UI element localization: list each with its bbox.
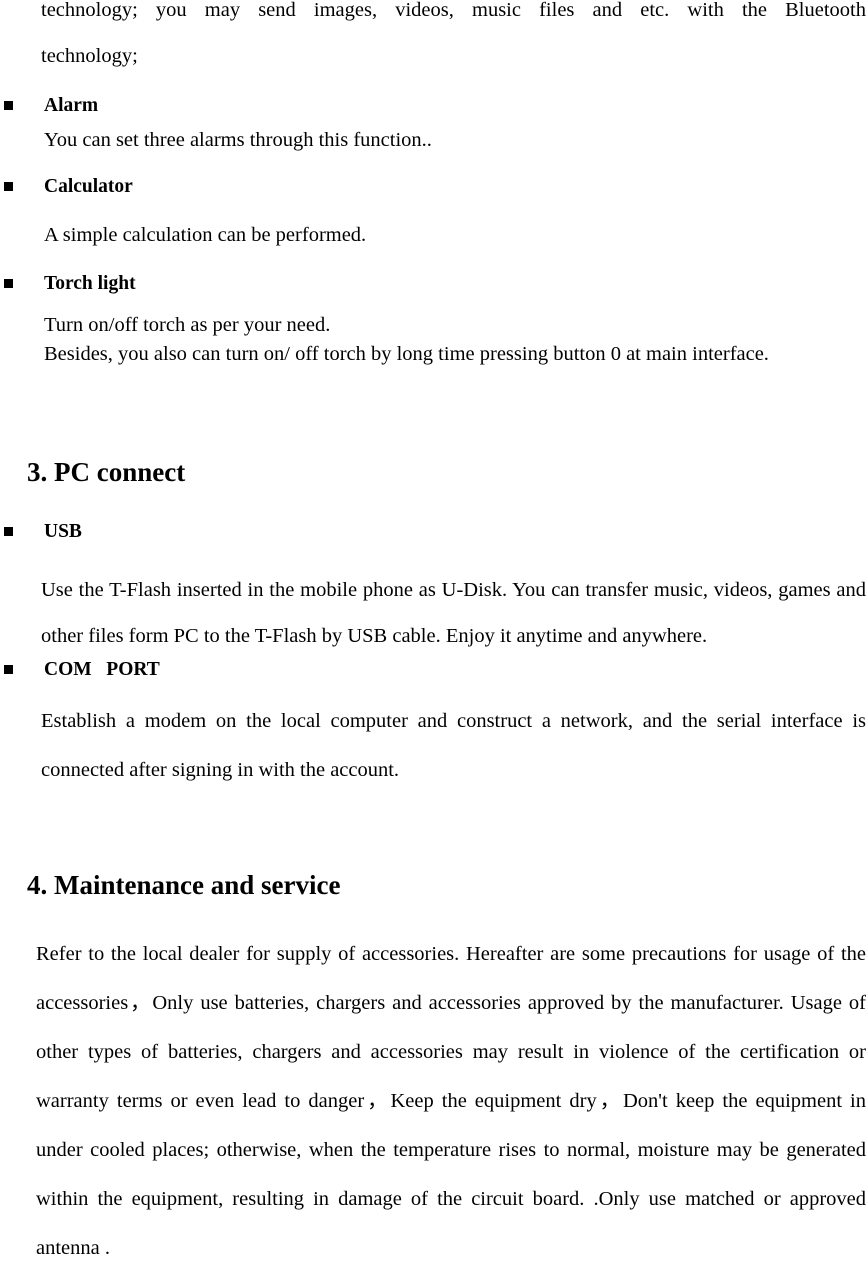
heading-maintenance-space (47, 870, 54, 900)
heading-maintenance: 4. Maintenance and service (0, 834, 340, 936)
bullet-square-icon (4, 182, 13, 191)
maintenance-paragraph: Refer to the local dealer for supply of … (36, 943, 866, 1259)
heading-maintenance-number: 4. (27, 870, 48, 900)
heading-pc-connect-title: PC connect (54, 457, 186, 487)
heading-pc-connect-number: 3. (27, 457, 48, 487)
torch-light-description-line-2: Besides, you also can turn on/ off torch… (44, 343, 769, 365)
heading-pc-connect: 3. PC connect (0, 421, 185, 523)
bullet-item-calculator: Calculator (0, 174, 866, 200)
bullet-item-com-port: COM PORT (0, 657, 866, 683)
top-paragraph-line-2: technology; (41, 45, 138, 67)
bullet-label-com-port: COM PORT (44, 659, 160, 680)
bullet-square-icon (4, 527, 13, 536)
bullet-item-torch-light: Torch light (0, 271, 866, 297)
bullet-label-torch-light: Torch light (44, 273, 136, 294)
calculator-description: A simple calculation can be performed. (44, 224, 367, 246)
bullet-square-icon (4, 279, 13, 288)
bullet-square-icon (4, 665, 13, 674)
bullet-item-usb: USB (0, 519, 866, 545)
alarm-description: You can set three alarms through this fu… (44, 129, 432, 151)
heading-maintenance-title: Maintenance and service (54, 870, 341, 900)
document-page: technology; you may send images, videos,… (0, 0, 866, 1259)
bullet-label-calculator: Calculator (44, 176, 133, 197)
bullet-item-alarm: Alarm (0, 93, 866, 119)
bullet-label-usb: USB (44, 521, 82, 542)
com-port-description: Establish a modem on the local computer … (41, 710, 866, 781)
bullet-label-alarm: Alarm (44, 95, 99, 116)
top-paragraph-line-1: technology; you may send images, videos,… (41, 0, 866, 21)
torch-light-description-line-1: Turn on/off torch as per your need. (44, 314, 331, 336)
usb-description: Use the T-Flash inserted in the mobile p… (41, 579, 866, 647)
bullet-square-icon (4, 101, 13, 110)
